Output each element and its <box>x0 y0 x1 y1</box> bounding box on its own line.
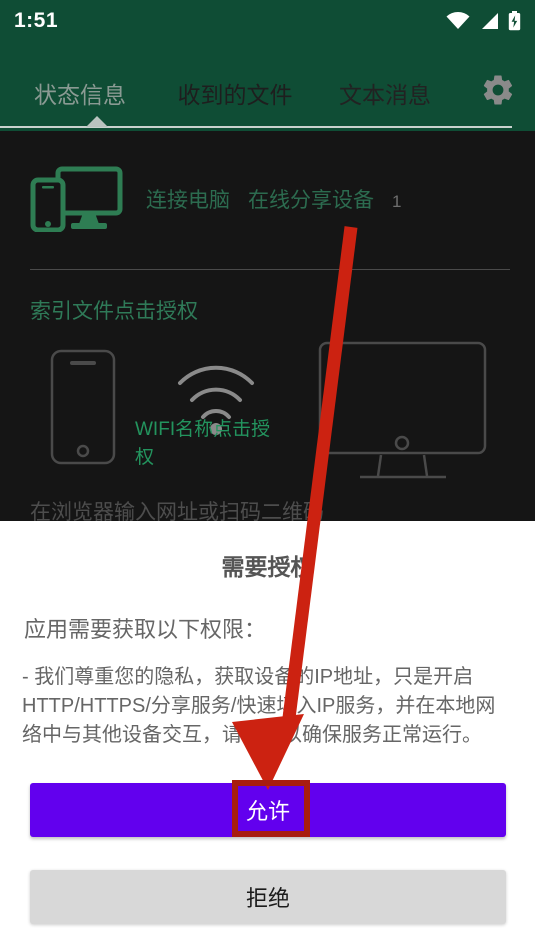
online-device-count: 1 <box>392 192 402 211</box>
connect-computer-row[interactable]: 连接电脑 在线分享设备 1 <box>0 155 535 243</box>
battery-charging-icon <box>508 11 521 31</box>
gear-icon <box>483 75 512 105</box>
deny-button[interactable]: 拒绝 <box>30 870 506 924</box>
tab-text-messages[interactable]: 文本消息 <box>310 70 460 110</box>
index-files-authorize-label[interactable]: 索引文件点击授权 <box>30 295 198 325</box>
status-bar: 1:51 <box>0 0 535 42</box>
section-divider <box>30 269 510 270</box>
connect-computer-label: 连接电脑 <box>146 189 230 212</box>
tab-underline <box>0 126 512 128</box>
allow-button-highlight <box>232 780 310 837</box>
app-bar: 状态信息 收到的文件 文本消息 <box>0 42 535 131</box>
tab-strip: 状态信息 收到的文件 文本消息 <box>0 70 535 131</box>
status-bar-icons <box>446 11 521 31</box>
phone-and-monitor-icon <box>30 166 123 232</box>
status-info-panel: 连接电脑 在线分享设备 1 索引文件点击授权 WIFI名称点击授权 在浏览器输入… <box>0 131 535 521</box>
tab-selected-indicator <box>86 116 108 127</box>
status-bar-clock: 1:51 <box>14 9 59 32</box>
wifi-name-authorize-label[interactable]: WIFI名称点击授权 <box>135 416 285 472</box>
online-share-device-label: 在线分享设备 <box>248 189 374 212</box>
phone-screen: 1:51 状态信息 收到的文件 文本消息 连接电脑 在线分享设备 1 索引文件点… <box>0 0 535 951</box>
connect-computer-text: 连接电脑 在线分享设备 1 <box>146 184 401 214</box>
browser-url-hint: 在浏览器输入网址或扫码二维码 <box>30 501 324 521</box>
settings-button[interactable] <box>460 70 535 108</box>
wifi-icon <box>446 12 470 29</box>
cellular-signal-icon <box>482 13 498 29</box>
dialog-title: 需要授权 <box>221 554 314 580</box>
dialog-body-text: - 我们尊重您的隐私，获取设备的IP地址，只是开启HTTP/HTTPS/分享服务… <box>22 666 496 746</box>
permission-dialog: 需要授权 应用需要获取以下权限： - 我们尊重您的隐私，获取设备的IP地址，只是… <box>0 521 535 951</box>
dialog-subtitle: 应用需要获取以下权限： <box>24 617 267 642</box>
tab-received-files[interactable]: 收到的文件 <box>160 70 310 110</box>
tab-status-info[interactable]: 状态信息 <box>0 70 160 110</box>
